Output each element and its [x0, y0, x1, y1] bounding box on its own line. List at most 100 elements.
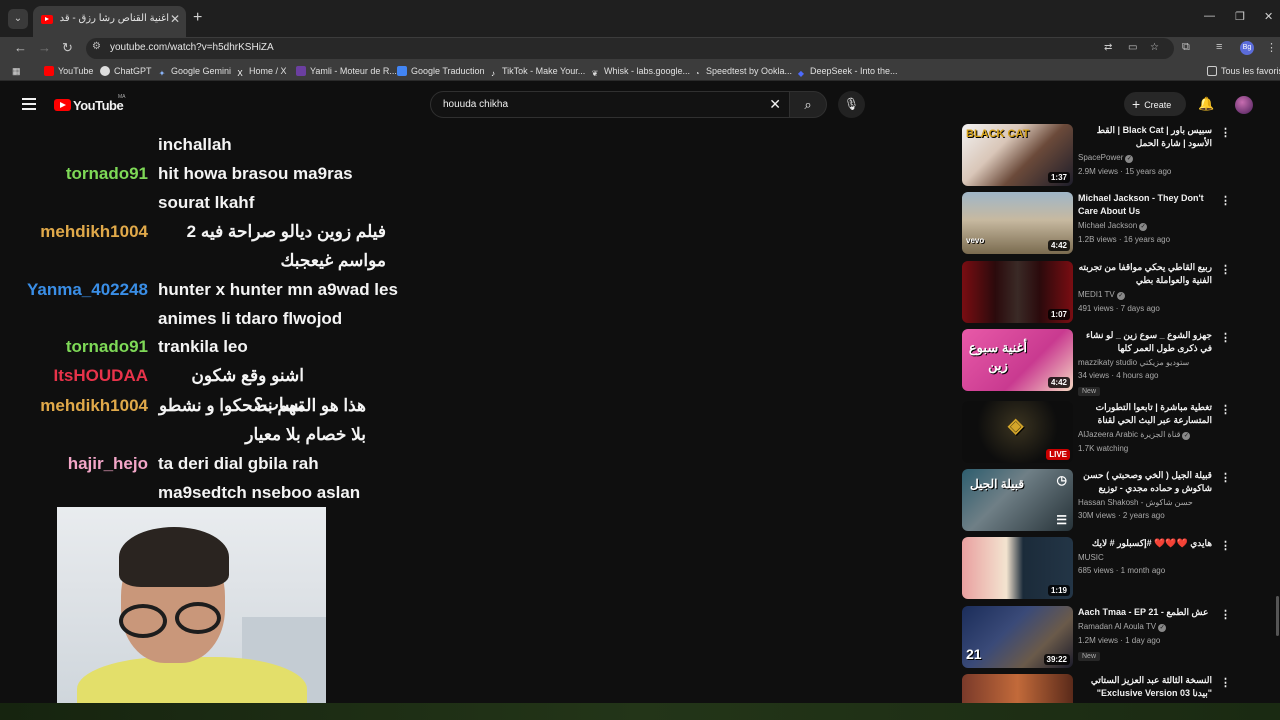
bookmark-deepseek[interactable]: ◆ DeepSeek - Into the...	[796, 66, 898, 79]
video-thumbnail[interactable]: 21 39:22	[962, 606, 1073, 668]
create-button[interactable]: + Create	[1124, 92, 1186, 116]
bookmark-youtube[interactable]: YouTube	[44, 66, 93, 76]
youtube-icon	[44, 66, 54, 76]
bookmark-whisk[interactable]: ❦ Whisk - labs.google...	[590, 66, 690, 79]
bookmark-x[interactable]: X Home / X	[235, 66, 286, 79]
youtube-favicon-icon	[41, 15, 53, 24]
install-app-icon[interactable]: ▭	[1128, 42, 1137, 53]
search-input[interactable]: houuda chikha	[443, 99, 508, 110]
video-title[interactable]: تغطية مباشرة | تابعوا التطورات المتسارعة…	[1078, 401, 1212, 427]
video-thumbnail[interactable]: أغنية سبوع زين 4:42	[962, 329, 1073, 391]
voice-search-icon[interactable]: 🎙	[838, 91, 865, 118]
bookmark-translate[interactable]: Google Traduction	[397, 66, 485, 76]
apps-grid-icon[interactable]: ▦	[12, 66, 21, 77]
youtube-logo[interactable]: YouTube MA	[54, 94, 126, 115]
watch-later-icon[interactable]: ◷	[1054, 472, 1070, 488]
verified-icon: ✓	[1182, 432, 1191, 440]
menu-icon[interactable]	[22, 98, 36, 110]
recommended-video[interactable]: vevo 4:42 Michael Jackson - They Don't C…	[962, 192, 1231, 256]
video-thumbnail[interactable]: vevo 4:42	[962, 192, 1073, 254]
video-title[interactable]: جهزو الشوع _ سوع زين _ لو نشاء في ذكرى ط…	[1078, 329, 1212, 355]
bookmark-speedtest[interactable]: ◔ Speedtest by Ookla...	[692, 66, 792, 79]
video-thumbnail[interactable]: BLACK CAT 1:37	[962, 124, 1073, 186]
video-title[interactable]: النسخة الثالثة عبد العزيز الستاتي "بيدنا…	[1078, 674, 1212, 700]
extensions-icon[interactable]: ⧉	[1182, 41, 1190, 54]
channel-name[interactable]: Ramadan Al Aoula TV	[1078, 622, 1156, 631]
episode-number: 21	[966, 646, 982, 662]
close-window-icon[interactable]: ✕	[1264, 10, 1273, 23]
video-title[interactable]: هايدي ❤️❤️❤️ #إكسبلور # لايك	[1078, 537, 1212, 550]
bookmark-tiktok[interactable]: ♪ TikTok - Make Your...	[488, 66, 585, 79]
tab-search-icon[interactable]: ⌄	[8, 9, 28, 29]
address-bar[interactable]: ⚙ youtube.com/watch?v=h5dhrKSHiZA ⇄ ▭ ☆	[86, 38, 1174, 59]
add-to-queue-icon[interactable]: ☰	[1053, 512, 1070, 528]
video-thumbnail[interactable]	[962, 674, 1073, 703]
browser-tab[interactable]: أغنية القناص رشا رزق - قد ممعت ✕	[33, 6, 186, 37]
restore-icon[interactable]: ❐	[1235, 10, 1245, 23]
channel-name[interactable]: AlJazeera Arabic قناة الجزيرة	[1078, 430, 1180, 439]
recommended-video[interactable]: BLACK CAT 1:37 سبيس باور | Black Cat | ا…	[962, 124, 1231, 188]
recommended-video[interactable]: ◈ LIVE تغطية مباشرة | تابعوا التطورات ال…	[962, 401, 1231, 465]
channel-name[interactable]: MUSIC	[1078, 553, 1104, 562]
speedtest-icon: ◔	[694, 69, 700, 78]
search-button[interactable]: ⌕	[789, 91, 827, 118]
search-box[interactable]: houuda chikha ✕	[430, 91, 790, 118]
bookmark-gemini[interactable]: ✦ Google Gemini	[157, 66, 231, 79]
video-thumbnail[interactable]: 1:19	[962, 537, 1073, 599]
recommended-video[interactable]: أغنية سبوع زين 4:42 جهزو الشوع _ سوع زين…	[962, 329, 1231, 396]
tab-close-icon[interactable]: ✕	[170, 12, 180, 26]
browser-menu-icon[interactable]: ⋮	[1266, 41, 1277, 54]
video-thumbnail[interactable]: قبيلة الجيل ◷ ☰	[962, 469, 1073, 531]
notifications-icon[interactable]: 🔔	[1198, 96, 1214, 112]
bookmark-chatgpt[interactable]: ChatGPT	[100, 66, 152, 76]
bookmark-star-icon[interactable]: ☆	[1150, 42, 1159, 53]
more-actions-icon[interactable]: ⋮	[1220, 676, 1230, 689]
page-scrollbar[interactable]	[1276, 596, 1279, 636]
more-actions-icon[interactable]: ⋮	[1220, 403, 1231, 416]
channel-name[interactable]: SpacePower	[1078, 153, 1123, 162]
video-meta: قبيلة الجيل ( الخي وصحبتي ) حسن شاكوش و …	[1078, 469, 1212, 520]
back-icon[interactable]: ←	[14, 40, 27, 55]
video-title[interactable]: Aach Tmaa - EP 21 - عش الطمع	[1078, 606, 1212, 619]
video-duration: 4:42	[1047, 377, 1070, 388]
video-title[interactable]: Michael Jackson - They Don't Care About …	[1078, 192, 1212, 218]
video-title[interactable]: ربيع القاطي يحكي مواقفا من تجربته الفنية…	[1078, 261, 1212, 287]
profile-avatar[interactable]: Bg	[1240, 41, 1254, 55]
forward-icon[interactable]: →	[38, 40, 51, 55]
reload-icon[interactable]: ↻	[62, 40, 73, 56]
translate-icon[interactable]: ⇄	[1104, 42, 1112, 53]
more-actions-icon[interactable]: ⋮	[1220, 331, 1231, 344]
recommended-video[interactable]: قبيلة الجيل ◷ ☰ قبيلة الجيل ( الخي وصحبت…	[962, 469, 1231, 533]
minimize-icon[interactable]: —	[1204, 10, 1215, 22]
recommended-video[interactable]: 1:19 هايدي ❤️❤️❤️ #إكسبلور # لايك MUSIC …	[962, 537, 1231, 601]
video-title[interactable]: سبيس باور | Black Cat | القط الأسود | شا…	[1078, 124, 1212, 150]
media-control-icon[interactable]: ≡	[1216, 41, 1222, 53]
more-actions-icon[interactable]: ⋮	[1220, 471, 1231, 484]
more-actions-icon[interactable]: ⋮	[1220, 194, 1231, 207]
more-actions-icon[interactable]: ⋮	[1220, 263, 1231, 276]
recommended-video[interactable]: 1:07 ربيع القاطي يحكي مواقفا من تجربته ا…	[962, 261, 1231, 325]
new-tab-icon[interactable]: +	[193, 9, 202, 27]
translate-icon	[397, 66, 407, 76]
site-info-icon[interactable]: ⚙	[92, 41, 101, 52]
video-thumbnail[interactable]: 1:07	[962, 261, 1073, 323]
bookmark-yamli[interactable]: Yamli - Moteur de R...	[296, 66, 397, 76]
channel-name[interactable]: MEDI1 TV	[1078, 290, 1115, 299]
all-bookmarks[interactable]: Tous les favoris	[1207, 66, 1280, 76]
recommended-video[interactable]: النسخة الثالثة عبد العزيز الستاتي "بيدنا…	[962, 674, 1230, 703]
video-title[interactable]: قبيلة الجيل ( الخي وصحبتي ) حسن شاكوش و …	[1078, 469, 1212, 495]
video-thumbnail[interactable]: ◈ LIVE	[962, 401, 1073, 463]
deepseek-icon: ◆	[797, 69, 805, 78]
account-avatar[interactable]	[1235, 96, 1253, 114]
clear-search-icon[interactable]: ✕	[769, 96, 781, 113]
more-actions-icon[interactable]: ⋮	[1220, 539, 1231, 552]
more-actions-icon[interactable]: ⋮	[1220, 608, 1231, 621]
channel-name[interactable]: Hassan Shakosh - حسن شاكوش	[1078, 498, 1193, 507]
aljazeera-logo: ◈	[1008, 415, 1024, 437]
channel-name[interactable]: mazzikaty studio ستوديو مزيكتي	[1078, 358, 1189, 367]
more-actions-icon[interactable]: ⋮	[1220, 126, 1231, 139]
recommended-video[interactable]: 21 39:22 Aach Tmaa - EP 21 - عش الطمع Ra…	[962, 606, 1231, 670]
channel-name[interactable]: Michael Jackson	[1078, 221, 1137, 230]
url-text[interactable]: youtube.com/watch?v=h5dhrKSHiZA	[110, 42, 274, 53]
video-meta: ربيع القاطي يحكي مواقفا من تجربته الفنية…	[1078, 261, 1212, 313]
